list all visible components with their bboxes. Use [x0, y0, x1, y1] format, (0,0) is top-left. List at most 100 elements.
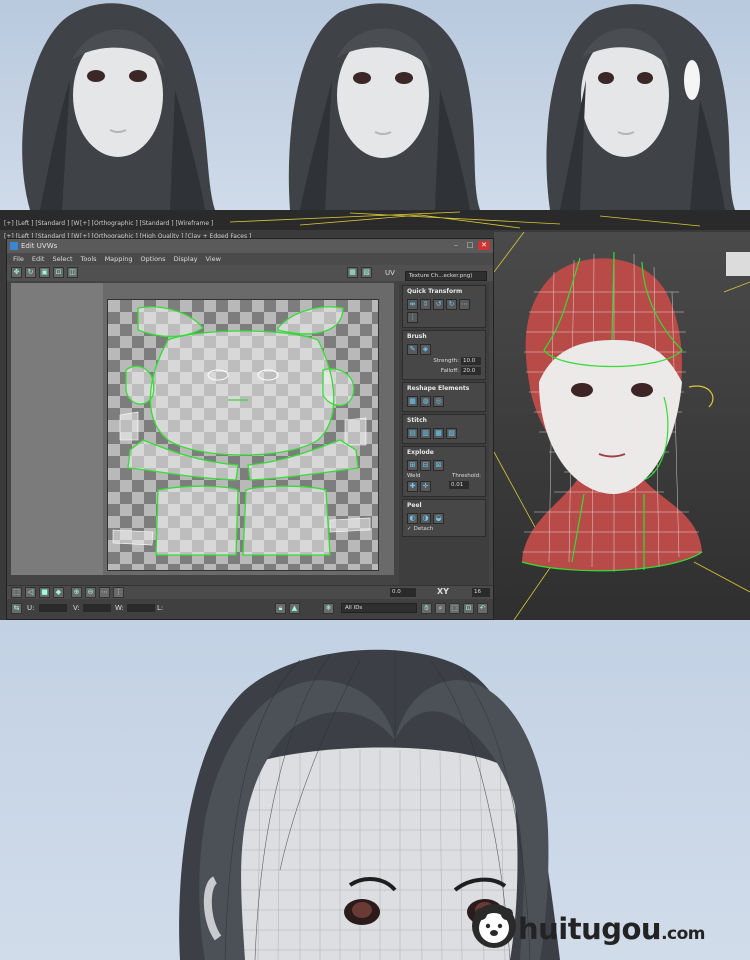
filter-icon[interactable]: ▧: [361, 267, 372, 278]
space-vertical-icon[interactable]: ⋮: [407, 312, 418, 323]
ids-dropdown[interactable]: All IDs: [341, 603, 417, 613]
xy-label[interactable]: XY: [437, 587, 449, 596]
head-render-middle: [288, 3, 480, 210]
weld-target-icon[interactable]: ✛: [420, 481, 431, 492]
element-mode-icon[interactable]: ◆: [53, 587, 64, 598]
vertex-mode-icon[interactable]: ⬚: [11, 587, 22, 598]
scale-tool-icon[interactable]: ▣: [39, 267, 50, 278]
snap-value-field[interactable]: 0.0: [390, 588, 416, 597]
ring-select-icon[interactable]: ⋮: [113, 587, 124, 598]
polygon-mode-icon[interactable]: ■: [39, 587, 50, 598]
head-mesh-3d: [494, 232, 750, 620]
rollout-reshape-title[interactable]: Reshape Elements: [403, 383, 485, 394]
undo-icon[interactable]: ↶: [477, 603, 488, 614]
menu-options[interactable]: Options: [140, 253, 165, 265]
edit-uvws-window[interactable]: Edit UVWs – □ ✕ File Edit Select Tools M…: [6, 238, 494, 620]
menu-mapping[interactable]: Mapping: [105, 253, 133, 265]
w-field[interactable]: [127, 604, 155, 612]
detach-checkbox-icon[interactable]: ✓: [407, 526, 412, 532]
top-render-band: [0, 0, 750, 210]
grow-select-icon[interactable]: ⊕: [71, 587, 82, 598]
watermark-name: huitugou: [518, 912, 662, 946]
rollout-peel-title[interactable]: Peel: [403, 500, 485, 511]
falloff-label: Falloff:: [440, 368, 459, 374]
zoom-extents-icon[interactable]: ⊡: [463, 603, 474, 614]
texture-dropdown[interactable]: Texture Ch...ecker.png): [405, 271, 487, 281]
strength-field[interactable]: 10.0: [461, 357, 481, 365]
menu-tools[interactable]: Tools: [81, 253, 97, 265]
quick-peel-icon[interactable]: ◐: [407, 513, 418, 524]
uv-editor-area[interactable]: [11, 283, 394, 575]
reset-peel-icon[interactable]: ◒: [433, 513, 444, 524]
uv-window-titlebar[interactable]: Edit UVWs – □ ✕: [7, 239, 493, 253]
menu-edit[interactable]: Edit: [32, 253, 45, 265]
menu-select[interactable]: Select: [52, 253, 72, 265]
stitch-target-icon[interactable]: ▧: [446, 428, 457, 439]
detach-edge-icon[interactable]: ⊟: [420, 460, 431, 471]
relax-icon[interactable]: ◍: [420, 396, 431, 407]
threshold-label: Threshold:: [452, 473, 481, 479]
menu-file[interactable]: File: [13, 253, 24, 265]
uv-checker-canvas[interactable]: [107, 299, 379, 571]
flatten-icon[interactable]: ⊠: [433, 460, 444, 471]
freeform-tool-icon[interactable]: ⊡: [53, 267, 64, 278]
minimize-icon[interactable]: –: [450, 241, 462, 250]
rollout-quick-transform-title[interactable]: Quick Transform: [403, 286, 485, 297]
weld-selected-icon[interactable]: ✚: [407, 481, 418, 492]
move-tool-icon[interactable]: ✥: [11, 267, 22, 278]
break-icon[interactable]: ⊞: [407, 460, 418, 471]
menu-display[interactable]: Display: [174, 253, 198, 265]
absolute-mode-icon[interactable]: ⇆: [11, 603, 22, 614]
space-horizontal-icon[interactable]: ⋯: [459, 299, 470, 310]
close-icon[interactable]: ✕: [478, 241, 490, 250]
weld-row: Weld Threshold:: [407, 473, 481, 479]
uv-status-bar: ⇆ U: V: W: L: 🔒︎ ▲ ❄ All IDs ✋︎ ⌕ ⬚ ⊡ ↶: [7, 599, 493, 619]
uv-window-title: Edit UVWs: [21, 242, 58, 250]
max-logo-icon: [10, 242, 18, 250]
watermark-domain: .com: [661, 924, 706, 944]
dog-logo-icon: [472, 904, 516, 948]
hide-icon[interactable]: ▲: [289, 603, 300, 614]
rotate-tool-icon[interactable]: ↻: [25, 267, 36, 278]
lock-icon[interactable]: 🔒︎: [275, 603, 286, 614]
align-vertical-icon[interactable]: ⇳: [420, 299, 431, 310]
l-label: L:: [157, 604, 164, 612]
checker-toggle-icon[interactable]: ▦: [347, 267, 358, 278]
peel-mode-icon[interactable]: ◑: [420, 513, 431, 524]
weld-label: Weld: [407, 473, 421, 479]
uv-tool-panel: Quick Transform ⇹ ⇳ ↺ ↻ ⋯ ⋮ Brush ✎ ◈ St…: [399, 283, 489, 587]
stitch-source-icon[interactable]: ▥: [420, 428, 431, 439]
v-field[interactable]: [83, 604, 111, 612]
loop-select-icon[interactable]: ⋯: [99, 587, 110, 598]
straighten-icon[interactable]: ▦: [407, 396, 418, 407]
relax-brush-icon[interactable]: ◈: [420, 344, 431, 355]
stitch-average-icon[interactable]: ▦: [433, 428, 444, 439]
zoom-region-icon[interactable]: ⬚: [449, 603, 460, 614]
uv-toggle[interactable]: UV: [385, 269, 395, 277]
perspective-viewport[interactable]: [494, 232, 750, 620]
u-field[interactable]: [39, 604, 67, 612]
falloff-field[interactable]: 20.0: [461, 367, 481, 375]
paint-brush-icon[interactable]: ✎: [407, 344, 418, 355]
menu-view[interactable]: View: [206, 253, 221, 265]
shrink-select-icon[interactable]: ⊖: [85, 587, 96, 598]
edge-mode-icon[interactable]: ◁: [25, 587, 36, 598]
stitch-custom-icon[interactable]: ▤: [407, 428, 418, 439]
mirror-tool-icon[interactable]: ◫: [67, 267, 78, 278]
zoom-icon[interactable]: ⌕: [435, 603, 446, 614]
threshold-field[interactable]: 0.01: [449, 481, 469, 489]
page: [+] [Left ] [Standard ] [W [+] [Orthogra…: [0, 0, 750, 960]
grid-value-field[interactable]: 16: [472, 588, 490, 597]
snowflake-freeze-icon[interactable]: ❄: [323, 603, 334, 614]
maximize-icon[interactable]: □: [464, 241, 476, 250]
rollout-stitch-title[interactable]: Stitch: [403, 415, 485, 426]
relax-settings-icon[interactable]: ◎: [433, 396, 444, 407]
rollout-brush: Brush ✎ ◈ Strength: 10.0 Falloff: 20.0: [402, 330, 486, 380]
align-horizontal-icon[interactable]: ⇹: [407, 299, 418, 310]
rollout-explode-title[interactable]: Explode: [403, 447, 485, 458]
rotate-cw-icon[interactable]: ↻: [446, 299, 457, 310]
rollout-brush-title[interactable]: Brush: [403, 331, 485, 342]
pan-hand-icon[interactable]: ✋︎: [421, 603, 432, 614]
rotate-ccw-icon[interactable]: ↺: [433, 299, 444, 310]
watermark-text: huitugou.com: [518, 912, 706, 946]
